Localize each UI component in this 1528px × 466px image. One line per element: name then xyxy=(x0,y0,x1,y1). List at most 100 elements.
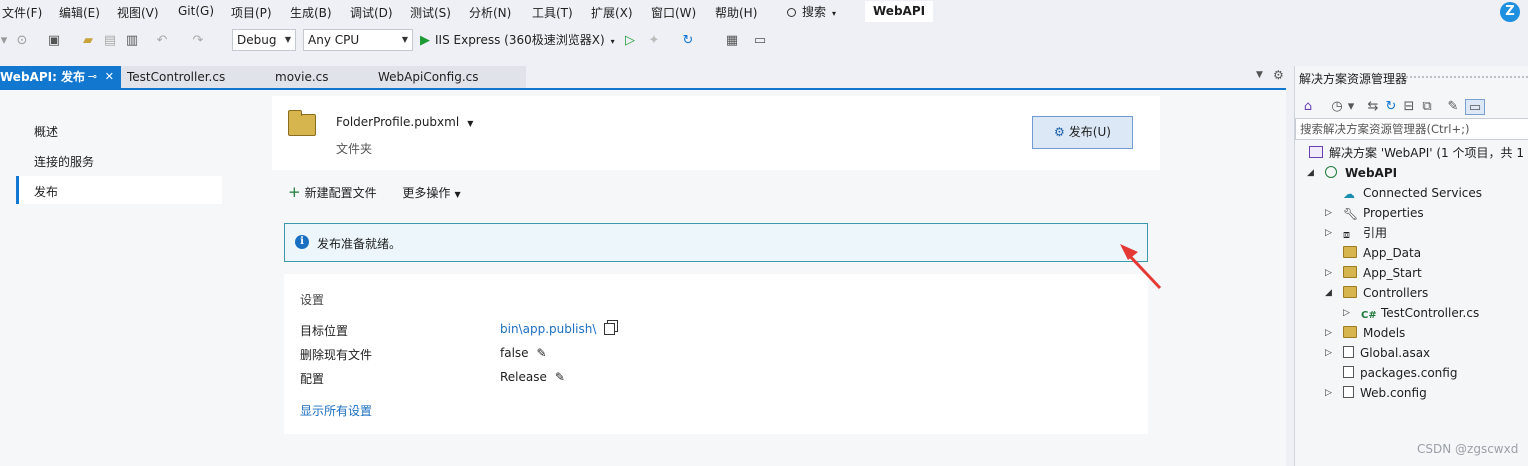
save-icon[interactable]: ▤ xyxy=(102,33,118,49)
forward-icon[interactable]: ⊙ xyxy=(14,33,30,49)
menu-extensions[interactable]: 扩展(X) xyxy=(591,4,633,21)
menu-project[interactable]: 项目(P) xyxy=(231,4,272,21)
tab-testcontroller[interactable]: TestController.cs xyxy=(121,66,269,88)
info-message: 发布准备就绪。 xyxy=(317,237,402,251)
tree-node[interactable]: App_Data xyxy=(1343,243,1421,263)
sync-icon[interactable]: ⇆ xyxy=(1365,99,1381,115)
menu-test[interactable]: 测试(S) xyxy=(410,4,451,21)
publish-button[interactable]: ⚙ 发布(U) xyxy=(1032,116,1133,149)
menu-debug[interactable]: 调试(D) xyxy=(350,4,393,21)
solution-config-value: Debug xyxy=(237,33,277,47)
menu-view[interactable]: 视图(V) xyxy=(117,4,159,21)
nav-item-overview[interactable]: 概述 xyxy=(34,123,58,140)
menu-bar: 文件(F) 编辑(E) 视图(V) Git(G) 项目(P) 生成(B) 调试(… xyxy=(0,0,1528,24)
solution-search-input[interactable]: 搜索解决方案资源管理器(Ctrl+;) xyxy=(1295,118,1528,140)
tree-label: 引用 xyxy=(1363,226,1388,240)
config-file-icon xyxy=(1343,386,1354,398)
browse-icon[interactable]: ▦ xyxy=(724,33,740,49)
tab-overflow-icon[interactable]: ▼ xyxy=(1256,70,1263,80)
tree-solution[interactable]: 解决方案 'WebAPI' (1 个项目，共 1 个) xyxy=(1309,143,1528,163)
chevron-down-icon[interactable]: ▾ xyxy=(1347,99,1355,115)
start-without-debugging-icon[interactable]: ▷ xyxy=(622,33,638,49)
start-debugging-button[interactable]: ▶ IIS Express (360极速浏览器X) ▾ xyxy=(420,30,615,52)
search-button[interactable]: 搜索 ▾ xyxy=(787,3,836,20)
configuration-value: Release xyxy=(500,370,547,384)
new-project-icon[interactable]: ▣ xyxy=(46,33,62,49)
publish-page: 概述 连接的服务 发布 FolderProfile.pubxml ▼ 文件夹 ⚙ 发… xyxy=(0,90,1286,466)
more-actions-button[interactable]: 更多操作 ▼ xyxy=(402,186,460,200)
refresh-icon[interactable]: ↻ xyxy=(680,33,696,49)
save-all-icon[interactable]: ▥ xyxy=(124,33,140,49)
tree-node[interactable]: ▷ Global.asax xyxy=(1325,343,1430,363)
collapse-all-icon[interactable]: ⊟ xyxy=(1401,99,1417,115)
open-folder-icon[interactable]: ▰ xyxy=(80,33,96,49)
menu-edit[interactable]: 编辑(E) xyxy=(59,4,100,21)
tree-node[interactable]: ▷ ⧈ 引用 xyxy=(1325,223,1387,243)
info-bar: i 发布准备就绪。 xyxy=(284,223,1148,262)
tree-node[interactable]: ▷ 🔧︎ Properties xyxy=(1325,203,1424,223)
menu-tools[interactable]: 工具(T) xyxy=(532,4,573,21)
tab-webapiconfig[interactable]: WebApiConfig.cs xyxy=(372,66,526,88)
menu-file[interactable]: 文件(F) xyxy=(2,4,42,21)
redo-icon[interactable]: ↷ xyxy=(190,33,206,49)
panel-grip[interactable] xyxy=(1405,75,1528,80)
expanded-icon[interactable]: ◢ xyxy=(1307,163,1314,183)
target-location-link[interactable]: bin\app.publish\ xyxy=(500,322,596,336)
collapsed-icon[interactable]: ▷ xyxy=(1325,343,1332,363)
tree-label: Web.config xyxy=(1360,386,1427,400)
pin-icon[interactable]: ⊸ xyxy=(88,66,97,88)
cloud-icon: ☁ xyxy=(1343,187,1355,201)
refresh-icon[interactable]: ↻ xyxy=(1383,99,1399,115)
show-all-files-icon[interactable]: ⧉ xyxy=(1419,99,1435,115)
platform-select[interactable]: Any CPU ▼ xyxy=(303,29,413,51)
collapsed-icon[interactable]: ▷ xyxy=(1325,383,1332,403)
tab-label: movie.cs xyxy=(275,70,329,84)
gear-icon[interactable]: ⚙ xyxy=(1273,68,1284,82)
properties-wrench-icon[interactable]: ✎ xyxy=(1445,99,1461,115)
menu-analyze[interactable]: 分析(N) xyxy=(469,4,511,21)
tree-node[interactable]: ▷ App_Start xyxy=(1325,263,1422,283)
tree-node[interactable]: packages.config xyxy=(1343,363,1457,383)
collapsed-icon[interactable]: ▷ xyxy=(1325,203,1332,223)
home-icon[interactable]: ⌂ xyxy=(1300,99,1316,115)
tree-project[interactable]: ◢ WebAPI xyxy=(1307,163,1397,183)
undo-icon[interactable]: ↶ xyxy=(154,33,170,49)
tree-node[interactable]: ▷ Models xyxy=(1325,323,1405,343)
solution-icon xyxy=(1309,146,1323,158)
settings-heading: 设置 xyxy=(300,293,325,307)
menu-git[interactable]: Git(G) xyxy=(178,4,214,18)
document-tab-strip: WebAPI: 发布 ⊸ ✕ TestController.cs movie.c… xyxy=(0,66,1286,88)
tab-movie[interactable]: movie.cs xyxy=(269,66,372,88)
history-icon[interactable]: ◷ xyxy=(1329,99,1345,115)
chevron-down-icon: ▼ xyxy=(454,190,461,199)
tree-node[interactable]: ▷ C# TestController.cs xyxy=(1343,303,1479,323)
folder-icon xyxy=(1343,246,1357,258)
menu-window[interactable]: 窗口(W) xyxy=(651,4,696,21)
preview-icon[interactable]: ▭ xyxy=(1465,99,1485,115)
back-dropdown-icon[interactable]: ▾ xyxy=(0,33,8,49)
tree-node[interactable]: ◢ Controllers xyxy=(1325,283,1428,303)
menu-help[interactable]: 帮助(H) xyxy=(715,4,757,21)
layout-icon[interactable]: ▭ xyxy=(752,33,768,49)
user-avatar[interactable]: Z xyxy=(1500,2,1520,22)
close-icon[interactable]: ✕ xyxy=(105,66,114,88)
collapsed-icon[interactable]: ▷ xyxy=(1325,223,1332,243)
edit-pencil-icon[interactable]: ✎ xyxy=(537,346,547,360)
expanded-icon[interactable]: ◢ xyxy=(1325,283,1332,303)
new-profile-button[interactable]: + 新建配置文件 xyxy=(288,183,377,201)
tree-node[interactable]: ▷ Web.config xyxy=(1325,383,1427,403)
tab-webapi-publish[interactable]: WebAPI: 发布 ⊸ ✕ xyxy=(0,66,121,88)
menu-build[interactable]: 生成(B) xyxy=(290,4,332,21)
edit-pencil-icon[interactable]: ✎ xyxy=(555,370,565,384)
collapsed-icon[interactable]: ▷ xyxy=(1325,323,1332,343)
nav-item-publish[interactable]: 发布 xyxy=(34,183,58,200)
collapsed-icon[interactable]: ▷ xyxy=(1325,263,1332,283)
profile-selector[interactable]: FolderProfile.pubxml ▼ xyxy=(336,115,473,129)
copy-icon[interactable] xyxy=(604,323,616,335)
collapsed-icon[interactable]: ▷ xyxy=(1343,303,1350,323)
hot-reload-icon[interactable]: ✦ xyxy=(646,33,662,49)
nav-item-connected-services[interactable]: 连接的服务 xyxy=(34,153,94,170)
show-all-settings-link[interactable]: 显示所有设置 xyxy=(300,402,372,419)
tree-node[interactable]: ☁ Connected Services xyxy=(1343,183,1482,203)
solution-config-select[interactable]: Debug ▼ xyxy=(232,29,296,51)
